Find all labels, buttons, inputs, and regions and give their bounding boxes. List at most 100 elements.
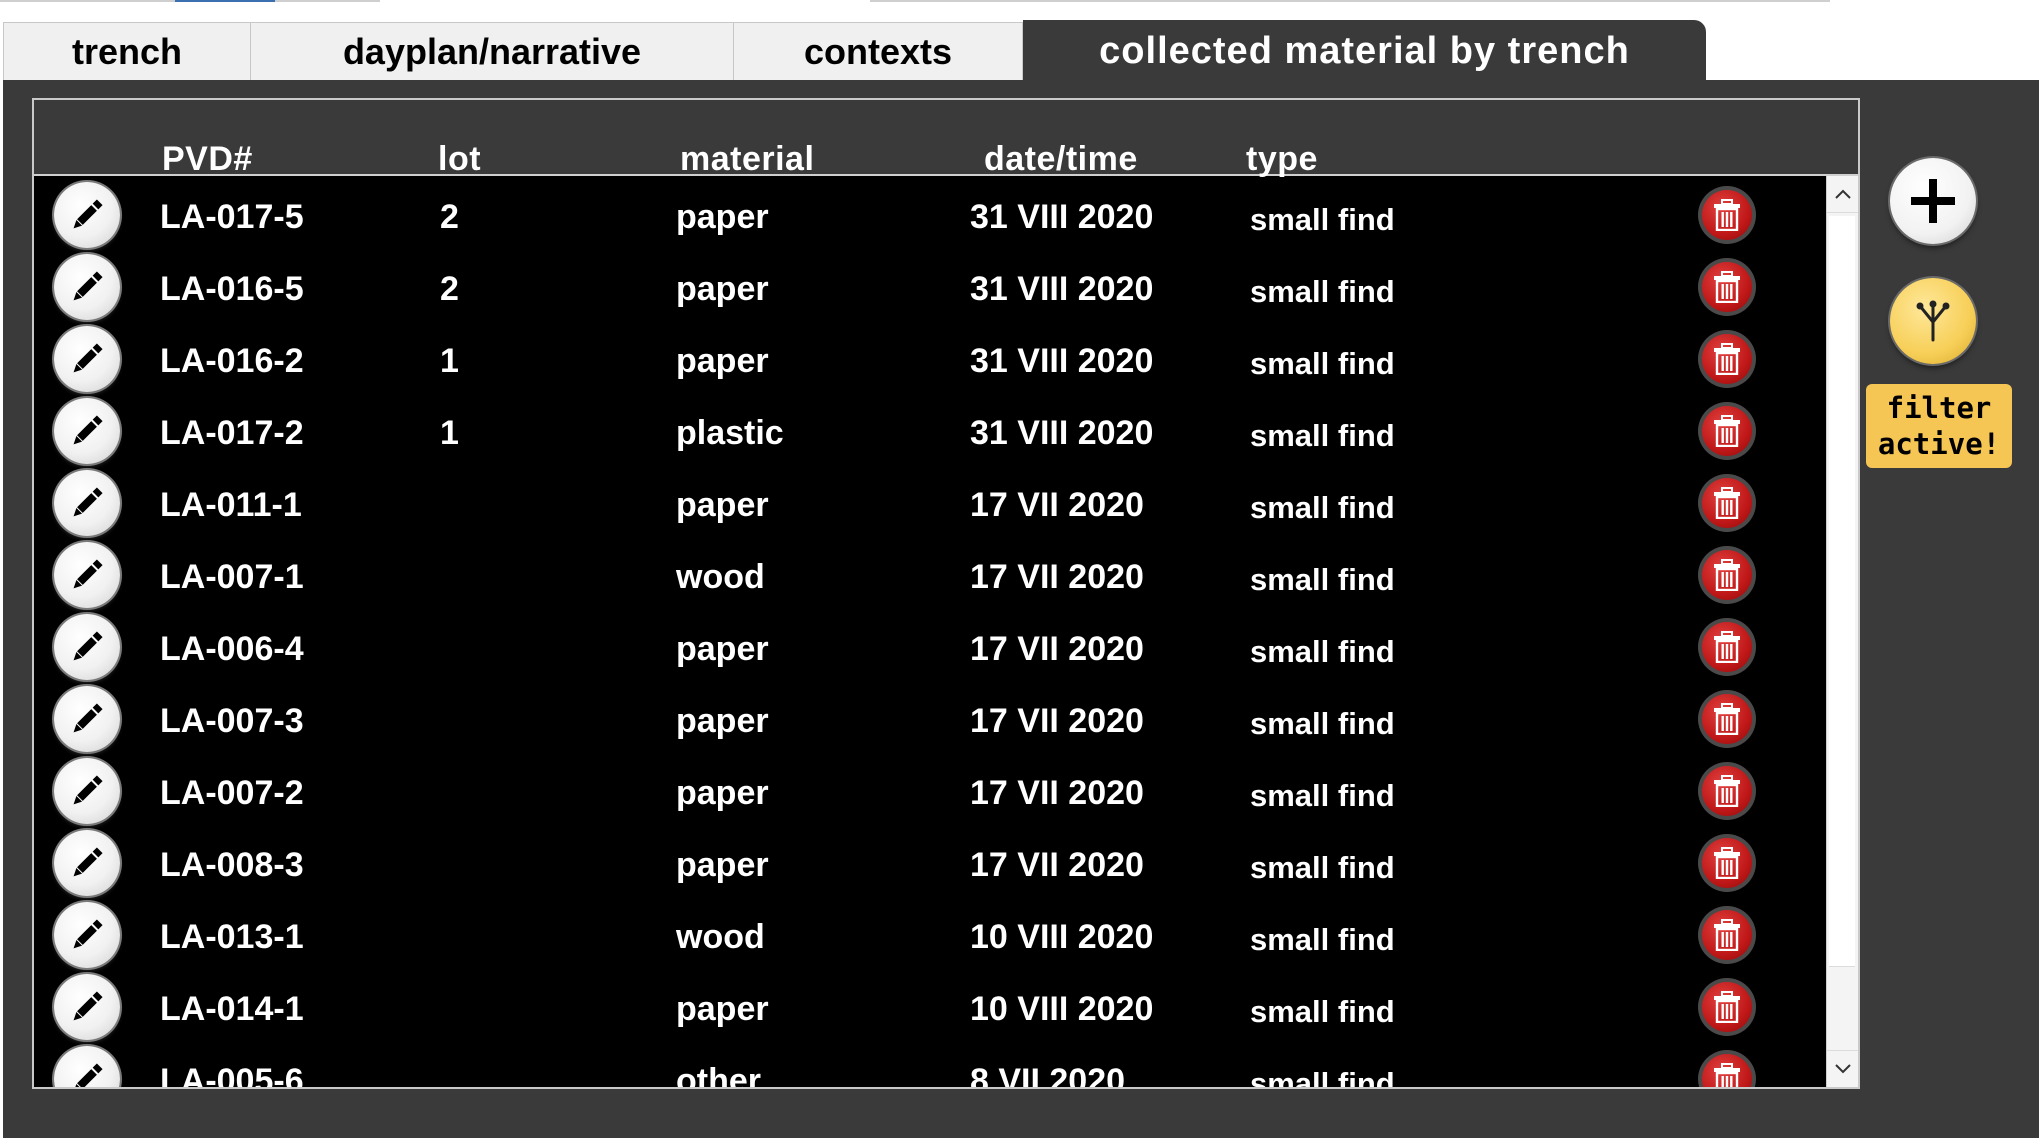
cell-type: small find — [1250, 850, 1395, 885]
cell-pvd: LA-007-1 — [160, 558, 304, 596]
filter-badge-line2: active! — [1877, 427, 2001, 461]
cell-type: small find — [1250, 202, 1395, 237]
edit-button[interactable] — [54, 902, 120, 968]
cell-material: paper — [676, 846, 769, 884]
tab-collected-material-label: collected material by trench — [1099, 29, 1630, 72]
chevron-up-icon[interactable] — [1827, 176, 1858, 213]
cell-type: small find — [1250, 490, 1395, 525]
edit-button[interactable] — [54, 614, 120, 680]
table-row[interactable]: LA-007-1 wood 17 VII 2020 small find — [34, 540, 1826, 612]
filter-active-badge: filter active! — [1866, 384, 2012, 468]
trash-icon — [1714, 487, 1740, 519]
edit-button[interactable] — [54, 758, 120, 824]
table-row[interactable]: LA-011-1 paper 17 VII 2020 small find — [34, 468, 1826, 540]
table-row[interactable]: LA-007-3 paper 17 VII 2020 small find — [34, 684, 1826, 756]
edit-button[interactable] — [54, 542, 120, 608]
column-header-material[interactable]: material — [680, 140, 814, 179]
edit-button[interactable] — [54, 686, 120, 752]
table-body: LA-017-5 2 paper 31 VIII 2020 small find — [34, 176, 1826, 1087]
add-item-button[interactable] — [1890, 158, 1976, 244]
pencil-icon — [73, 343, 103, 373]
cell-type: small find — [1250, 778, 1395, 813]
tab-trench[interactable]: trench — [3, 22, 251, 80]
edit-button[interactable] — [54, 182, 120, 248]
cell-material: plastic — [676, 414, 784, 452]
edit-button[interactable] — [54, 470, 120, 536]
tab-trench-label: trench — [71, 30, 183, 72]
tab-dayplan-narrative[interactable]: dayplan/narrative — [250, 22, 734, 80]
tab-bar: trench dayplan/narrative contexts collec… — [0, 20, 2042, 82]
vertical-scrollbar[interactable] — [1826, 176, 1858, 1087]
table-row[interactable]: LA-016-2 1 paper 31 VIII 2020 small find — [34, 324, 1826, 396]
pencil-icon — [73, 199, 103, 229]
scroll-thumb[interactable] — [1829, 216, 1855, 967]
delete-button[interactable] — [1698, 762, 1756, 820]
delete-button[interactable] — [1698, 546, 1756, 604]
column-header-datetime[interactable]: date/time — [984, 140, 1138, 179]
column-header-pvd[interactable]: PVD# — [162, 140, 253, 179]
cell-pvd: LA-017-2 — [160, 414, 304, 452]
cell-datetime: 31 VIII 2020 — [970, 342, 1154, 380]
delete-button[interactable] — [1698, 402, 1756, 460]
top-divider-right — [870, 0, 1830, 2]
delete-button[interactable] — [1698, 978, 1756, 1036]
delete-button[interactable] — [1698, 834, 1756, 892]
table-row[interactable]: LA-013-1 wood 10 VIII 2020 small find — [34, 900, 1826, 972]
table-row[interactable]: LA-005-6 other 8 VII 2020 small find — [34, 1044, 1826, 1087]
edit-button[interactable] — [54, 254, 120, 320]
edit-button[interactable] — [54, 326, 120, 392]
cell-type: small find — [1250, 706, 1395, 741]
table-row[interactable]: LA-008-3 paper 17 VII 2020 small find — [34, 828, 1826, 900]
cell-pvd: LA-007-3 — [160, 702, 304, 740]
cell-type: small find — [1250, 346, 1395, 381]
pencil-icon — [73, 487, 103, 517]
edit-button[interactable] — [54, 1046, 120, 1087]
pencil-icon — [73, 847, 103, 877]
chevron-down-icon[interactable] — [1827, 1050, 1858, 1087]
delete-button[interactable] — [1698, 1050, 1756, 1087]
plus-icon — [1911, 179, 1955, 223]
filter-button[interactable] — [1890, 278, 1976, 364]
trash-icon — [1714, 415, 1740, 447]
cell-datetime: 10 VIII 2020 — [970, 990, 1154, 1028]
cell-datetime: 17 VII 2020 — [970, 630, 1144, 668]
table-row[interactable]: LA-014-1 paper 10 VIII 2020 small find — [34, 972, 1826, 1044]
cell-type: small find — [1250, 634, 1395, 669]
materials-table: PVD# lot material date/time type LA-017-… — [32, 98, 1860, 1089]
table-row[interactable]: LA-017-5 2 paper 31 VIII 2020 small find — [34, 180, 1826, 252]
tab-contexts[interactable]: contexts — [733, 22, 1023, 80]
cell-lot: 2 — [440, 198, 459, 236]
cell-datetime: 10 VIII 2020 — [970, 918, 1154, 956]
filter-badge-line1: filter — [1886, 391, 1992, 425]
cell-pvd: LA-014-1 — [160, 990, 304, 1028]
edit-button[interactable] — [54, 398, 120, 464]
cell-datetime: 17 VII 2020 — [970, 486, 1144, 524]
table-row[interactable]: LA-006-4 paper 17 VII 2020 small find — [34, 612, 1826, 684]
cell-pvd: LA-016-5 — [160, 270, 304, 308]
delete-button[interactable] — [1698, 690, 1756, 748]
delete-button[interactable] — [1698, 186, 1756, 244]
edit-button[interactable] — [54, 974, 120, 1040]
delete-button[interactable] — [1698, 474, 1756, 532]
table-header: PVD# lot material date/time type — [34, 100, 1858, 179]
cell-type: small find — [1250, 1066, 1395, 1087]
cell-lot: 2 — [440, 270, 459, 308]
cell-datetime: 8 VII 2020 — [970, 1062, 1126, 1087]
delete-button[interactable] — [1698, 618, 1756, 676]
column-header-lot[interactable]: lot — [438, 140, 481, 179]
delete-button[interactable] — [1698, 330, 1756, 388]
tab-collected-material[interactable]: collected material by trench — [1023, 20, 1706, 82]
column-header-type[interactable]: type — [1246, 140, 1318, 179]
trash-icon — [1714, 847, 1740, 879]
table-row[interactable]: LA-017-2 1 plastic 31 VIII 2020 small fi… — [34, 396, 1826, 468]
cell-material: other — [676, 1062, 761, 1087]
pencil-icon — [73, 1063, 103, 1087]
delete-button[interactable] — [1698, 258, 1756, 316]
edit-button[interactable] — [54, 830, 120, 896]
table-row[interactable]: LA-007-2 paper 17 VII 2020 small find — [34, 756, 1826, 828]
filter-icon — [1916, 300, 1950, 342]
table-row[interactable]: LA-016-5 2 paper 31 VIII 2020 small find — [34, 252, 1826, 324]
delete-button[interactable] — [1698, 906, 1756, 964]
cell-material: wood — [676, 918, 765, 956]
pencil-icon — [73, 703, 103, 733]
